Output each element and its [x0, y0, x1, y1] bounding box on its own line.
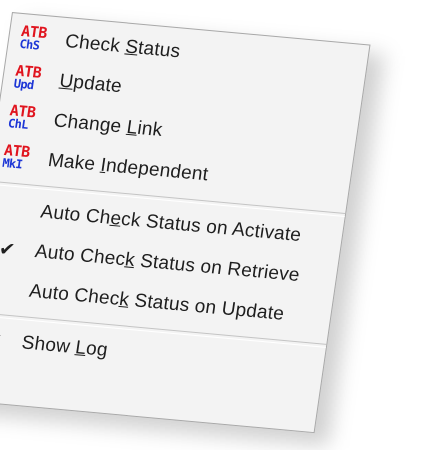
checkmark-icon: ✔	[0, 329, 4, 353]
menu-item-label: Make Independent	[46, 149, 210, 186]
menu-item-label: Show Log	[20, 332, 110, 361]
atb-update-icon: ATB Upd	[12, 61, 51, 98]
menu-item-gutter: ATB ChL	[0, 96, 57, 141]
accelerator-key: k	[123, 249, 137, 272]
accelerator-key: L	[73, 337, 88, 360]
menu-item-gutter	[0, 267, 32, 312]
icon-bottom-text: Upd	[12, 76, 35, 93]
accelerator-key: U	[58, 70, 75, 93]
context-menu: ATB ChS Check Status ATB Upd Update ATB ChL Chan…	[0, 12, 371, 434]
atb-check-status-icon: ATB ChS	[18, 21, 57, 58]
icon-bottom-text: ChL	[7, 116, 29, 132]
accelerator-key: I	[99, 154, 108, 177]
menu-item-gutter	[0, 188, 43, 233]
icon-bottom-text: ChS	[18, 36, 41, 53]
accelerator-key: e	[108, 207, 123, 230]
accelerator-key: S	[123, 36, 140, 59]
screenshot-stage: ATB ChS Check Status ATB Upd Update ATB ChL Chan…	[0, 0, 429, 450]
atb-change-link-icon: ATB ChL	[7, 100, 46, 137]
menu-item-gutter: ATB ChS	[7, 17, 68, 62]
checkmark-icon: ✔	[0, 237, 17, 262]
accelerator-key: L	[125, 116, 140, 139]
atb-make-independent-icon: ATB MkI	[1, 140, 40, 177]
menu-item-label: Change Link	[52, 110, 164, 142]
menu-item-gutter: ✔	[0, 318, 25, 363]
menu-item-label: Update	[58, 70, 124, 98]
menu-item-gutter: ✔	[0, 227, 38, 272]
menu-item-gutter: ATB Upd	[1, 57, 62, 102]
menu-item-label: Check Status	[63, 31, 182, 63]
accelerator-key: k	[117, 289, 131, 311]
icon-bottom-text: MkI	[1, 155, 24, 172]
menu-item-gutter: ATB MkI	[0, 136, 51, 181]
